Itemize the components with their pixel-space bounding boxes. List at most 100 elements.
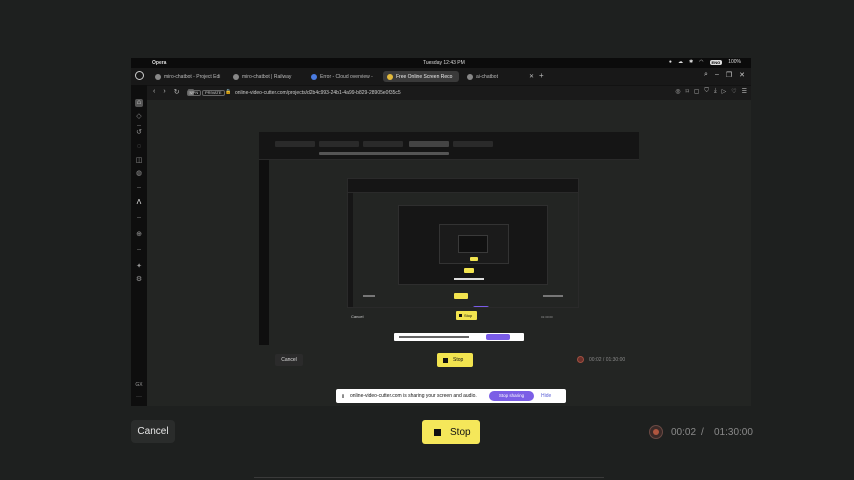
status-circle-icon[interactable]: ●	[669, 59, 672, 65]
keyboard-layout-badge[interactable]: ENG	[709, 59, 723, 65]
mac-menubar: Opera Tuesday 12:43 PM ● ☁ ✱ ◠ ENG 100%	[131, 58, 751, 68]
shield-icon[interactable]: ⛉	[704, 88, 709, 95]
tab-ai-chatbot[interactable]: ai-chatbot ✕	[463, 71, 537, 82]
bookmark-icon[interactable]: ⌑	[686, 88, 689, 95]
tab-railway[interactable]: miro-chatbot | Railway	[229, 71, 301, 82]
instagram-icon[interactable]: ◫	[135, 157, 143, 165]
recording-preview: Cancel Stop 01:30:00	[259, 132, 639, 345]
tab-favicon-icon	[387, 73, 393, 80]
preview-stop-label-box: Stop	[456, 311, 477, 320]
preview-tab	[275, 141, 315, 147]
address-bar: ‹ › ↻ ▦ VPN PRIVATE 🔒 online-video-cutte…	[147, 86, 751, 100]
recording-indicator-icon	[577, 356, 584, 363]
maximize-icon[interactable]: ❐	[726, 71, 732, 79]
search-icon[interactable]: ⌕	[704, 71, 708, 79]
menu-icon[interactable]: ☰	[742, 88, 747, 95]
opera-logo-icon[interactable]	[135, 71, 144, 80]
preview-level-4	[439, 224, 509, 264]
cancel-button[interactable]: Cancel	[131, 420, 175, 443]
new-tab-icon[interactable]: +	[539, 71, 544, 80]
vpn-badge[interactable]: VPN	[187, 90, 202, 96]
preview-stop-sharing	[473, 306, 489, 307]
heart-icon[interactable]: ♡	[731, 88, 736, 95]
preview-content: Cancel Stop 01:30:00	[269, 160, 639, 345]
preview-level-2	[347, 178, 579, 308]
back-icon[interactable]: ‹	[153, 88, 155, 96]
gamepad-icon[interactable]: ◇	[135, 113, 143, 121]
private-badge[interactable]: PRIVATE	[202, 90, 225, 96]
preview-url	[319, 152, 449, 155]
close-icon[interactable]: ✕	[739, 71, 745, 79]
forward-icon[interactable]: ›	[163, 88, 165, 96]
tab-project-editor[interactable]: miro-chatbot - Project Edi	[151, 71, 223, 82]
stop-square-icon	[434, 428, 441, 436]
extensions-icon[interactable]: ✦	[135, 263, 143, 271]
sidebar-divider	[137, 187, 141, 188]
stop-button[interactable]: Stop	[422, 420, 480, 444]
page-content: Cancel Stop 01:30:00 Cancel Stop 00:02 /…	[147, 100, 751, 406]
menubar-tray: ● ☁ ✱ ◠ ENG 100%	[669, 59, 741, 65]
opera-sidebar: ⌂ ◇ ↺ ◌ ◫ ◍ Λ ⊕ ✦ ⚙ GX ···	[131, 85, 147, 406]
tab-cloud-overview[interactable]: Error - Cloud overview -	[307, 71, 379, 82]
bluetooth-icon[interactable]: ✱	[689, 59, 693, 65]
tab-favicon-icon	[467, 73, 473, 80]
home-icon[interactable]: ⌂	[135, 99, 143, 107]
wifi-icon[interactable]: ◠	[699, 59, 703, 65]
addressbar-actions: ◎ ⌑ ▢ ⛉ ⤓ ▷ ♡ ☰	[675, 88, 747, 95]
gx-label[interactable]: GX	[135, 381, 143, 389]
download-icon[interactable]: ⤓	[714, 88, 717, 95]
stop-sharing-button[interactable]: Stop sharing	[489, 391, 534, 401]
hide-banner-link[interactable]: Hide	[541, 393, 551, 399]
add-icon[interactable]: ⊕	[135, 231, 143, 239]
preview-stop-button	[454, 293, 468, 299]
elapsed-time: 00:02	[671, 427, 697, 438]
preview-tab	[319, 141, 359, 147]
camera-icon[interactable]: ◎	[675, 88, 680, 95]
browser-tabbar: miro-chatbot - Project Edi miro-chatbot …	[131, 68, 751, 85]
minimize-icon[interactable]: –	[715, 71, 719, 79]
sidebar-divider	[137, 217, 141, 218]
history-icon[interactable]: ↺	[135, 129, 143, 137]
sidebar-divider	[137, 125, 141, 126]
messenger-icon[interactable]: ◌	[135, 143, 143, 151]
preview-cancel	[363, 295, 375, 297]
menubar-clock[interactable]: Tuesday 12:43 PM	[423, 60, 465, 66]
window-controls: ⌕ – ❐ ✕	[704, 71, 745, 79]
stop-square-icon	[459, 314, 462, 317]
whatsapp-icon[interactable]: ◍	[135, 170, 143, 178]
tab-favicon-icon	[233, 73, 239, 80]
preview-stop-button	[470, 257, 478, 261]
url-field[interactable]: online-video-cutter.com/projects/d2b4c99…	[235, 90, 401, 96]
menubar-app-name[interactable]: Opera	[152, 60, 166, 66]
tab-favicon-icon	[311, 73, 317, 80]
sidebar-divider	[137, 249, 141, 250]
total-time: 01:30:00	[714, 427, 753, 438]
aria-icon[interactable]: Λ	[135, 199, 143, 207]
preview-level-2-content	[353, 193, 578, 307]
preview-timer: 01:30:00	[541, 315, 553, 319]
cloud-icon[interactable]: ☁	[678, 59, 683, 65]
tab-screen-recorder[interactable]: Free Online Screen Reco	[383, 71, 459, 82]
more-icon[interactable]: ···	[135, 393, 143, 401]
close-tab-icon[interactable]: ✕	[529, 73, 534, 80]
preview-sidebar	[259, 160, 269, 345]
preview-stop-button	[464, 268, 474, 273]
inner-stop-button[interactable]: Stop	[437, 353, 473, 367]
preview-level-5	[458, 235, 488, 253]
preview-sharebar	[454, 278, 484, 280]
screen-sharing-banner: ॥ online-video-cutter.com is sharing you…	[336, 389, 566, 403]
preview-time	[543, 295, 563, 297]
play-icon[interactable]: ▷	[722, 88, 727, 95]
battery-level[interactable]: 100%	[728, 59, 741, 65]
reload-icon[interactable]: ↻	[174, 88, 180, 96]
captured-screen: Opera Tuesday 12:43 PM ● ☁ ✱ ◠ ENG 100% …	[131, 58, 751, 406]
snapshot-icon[interactable]: ▢	[694, 88, 700, 95]
preview-sharebar	[421, 307, 471, 308]
inner-cancel-button[interactable]: Cancel	[275, 354, 303, 366]
lock-icon[interactable]: 🔒	[225, 89, 231, 95]
settings-icon[interactable]: ⚙	[135, 276, 143, 284]
preview-level-3	[398, 205, 548, 285]
preview-browser-chrome	[259, 132, 639, 160]
preview-level-2-chrome	[348, 179, 578, 193]
pause-icon: ॥	[341, 394, 345, 400]
